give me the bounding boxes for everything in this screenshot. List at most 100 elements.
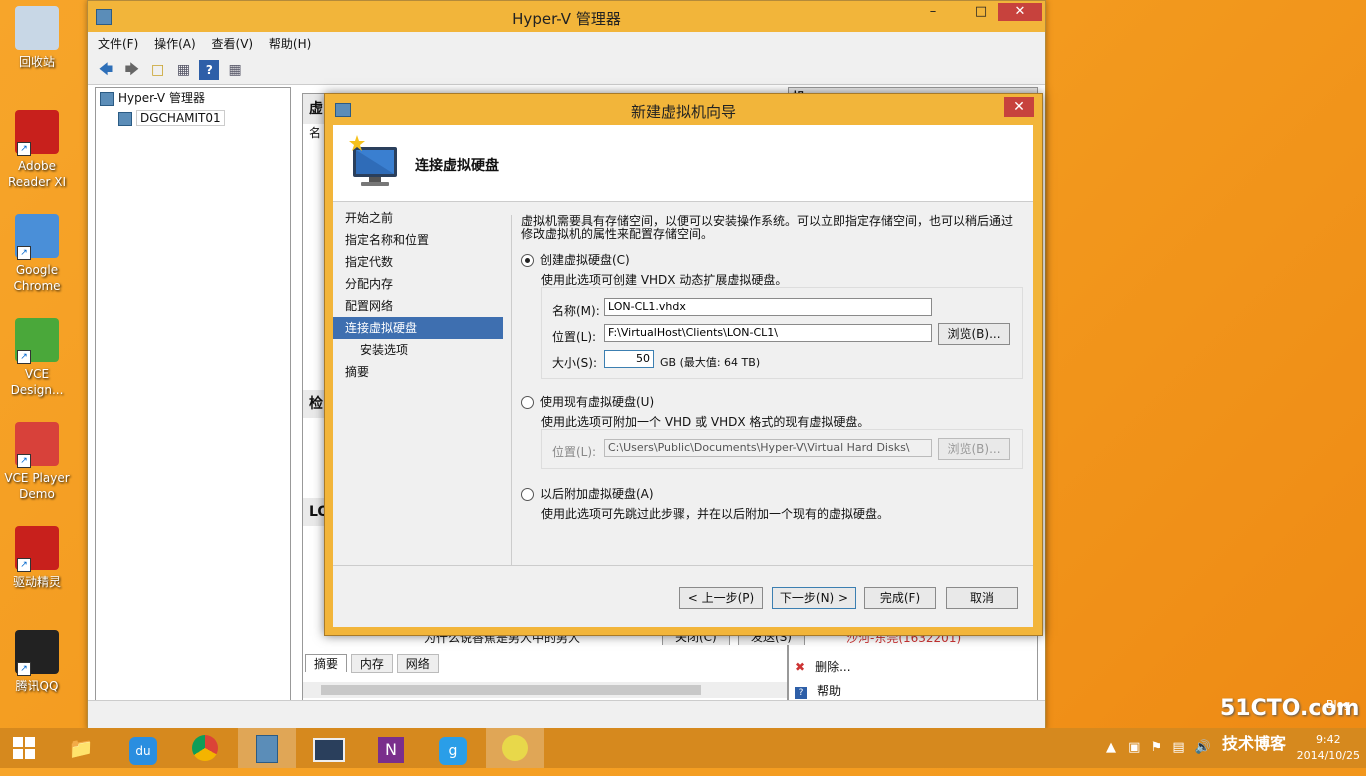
step-install-options[interactable]: 安装选项 [333, 339, 503, 361]
desktop-icon-adobe-reader[interactable]: ↗ Adobe Reader XI [4, 110, 70, 190]
vce-designer-icon: ↗ [15, 318, 59, 364]
vhd-size-input[interactable] [604, 350, 654, 368]
title-bar: Hyper-V 管理器 – □ ✕ [88, 1, 1045, 32]
server-icon [118, 111, 132, 126]
menu-bar: 文件(F) 操作(A) 查看(V) 帮助(H) [88, 32, 1045, 56]
network-icon[interactable]: ▤ [1172, 740, 1184, 755]
size-label: 大小(S): [552, 356, 598, 370]
wizard-close-button[interactable]: ✕ [1004, 97, 1034, 117]
finish-button[interactable]: 完成(F) [864, 587, 936, 609]
desktop-icon-label: 腾讯QQ [15, 679, 59, 693]
desktop-icon-label: Adobe Reader XI [7, 159, 67, 189]
radio-later-indicator[interactable] [521, 488, 534, 501]
wizard-content: 虚拟机需要具有存储空间，以便可以安装操作系统。可以立即指定存储空间，也可以稍后通… [521, 215, 1023, 521]
menu-action[interactable]: 操作(A) [154, 32, 196, 56]
show-hide-tree-icon[interactable]: ▦ [173, 60, 193, 80]
desktop-icon-qq[interactable]: ↗ 腾讯QQ [4, 630, 70, 694]
step-generation[interactable]: 指定代数 [333, 251, 503, 273]
step-connect-vhd[interactable]: 连接虚拟硬盘 [333, 317, 503, 339]
menu-file[interactable]: 文件(F) [98, 32, 138, 56]
cancel-button[interactable]: 取消 [946, 587, 1018, 609]
help-icon[interactable]: ? [199, 60, 220, 80]
app-cup-icon[interactable] [486, 728, 544, 768]
taskbar: 📁 du N g ▲ ▣ ⚑ ▤ 🔊 技术博客 9:42 2014/10/25 [0, 728, 1366, 768]
step-name-location[interactable]: 指定名称和位置 [333, 229, 503, 251]
close-button[interactable]: ✕ [998, 3, 1042, 21]
radio-create-indicator[interactable] [521, 254, 534, 267]
radio-create-vhd[interactable]: 创建虚拟硬盘(C) [521, 251, 630, 268]
file-explorer-icon[interactable]: 📁 [52, 728, 110, 768]
delete-icon: ✖ [795, 660, 806, 674]
flag-icon[interactable]: ⚑ [1151, 740, 1163, 755]
action-help[interactable]: ? 帮助 [795, 682, 841, 699]
start-button[interactable] [0, 728, 48, 768]
radio-use-existing-vhd[interactable]: 使用现有虚拟硬盘(U) [521, 393, 654, 410]
windows-logo-icon [13, 737, 35, 759]
tab-network[interactable]: 网络 [396, 654, 439, 673]
qq-icon: ↗ [15, 630, 59, 676]
new-vm-wizard-dialog: 新建虚拟机向导 ✕ 连接虚拟硬盘 开始之前 指定名称和位置 指定代数 分配内存 … [324, 93, 1043, 636]
previous-button[interactable]: < 上一步(P) [679, 587, 763, 609]
minimize-button[interactable]: – [918, 3, 948, 21]
create-vhd-group: 名称(M): 位置(L): 浏览(B)... 大小(S): GB (最大值: 6… [541, 287, 1023, 379]
step-networking[interactable]: 配置网络 [333, 295, 503, 317]
forward-arrow-icon[interactable]: 🡆 [122, 60, 142, 80]
hyperv-manager-icon [100, 91, 114, 106]
maximize-button[interactable]: □ [966, 3, 996, 21]
desktop-icon-recycle-bin[interactable]: 回收站 [4, 6, 70, 70]
tray-app-icon[interactable]: ▣ [1128, 740, 1140, 755]
action-delete[interactable]: ✖ 删除... [795, 658, 851, 675]
next-button[interactable]: 下一步(N) > [772, 587, 856, 609]
step-summary[interactable]: 摘要 [333, 361, 503, 383]
onenote-icon[interactable]: N [362, 728, 420, 768]
desktop-icon-driver-genius[interactable]: ↗ 驱动精灵 [4, 526, 70, 590]
clock-date: 2014/10/25 [1296, 749, 1360, 762]
attach-later-desc: 使用此选项可先跳过此步骤，并在以后附加一个现有的虚拟硬盘。 [541, 507, 890, 521]
menu-help[interactable]: 帮助(H) [269, 32, 311, 56]
desktop-icon-label: 驱动精灵 [12, 575, 61, 589]
wizard-title-bar: 新建虚拟机向导 ✕ [325, 94, 1042, 124]
radio-existing-indicator[interactable] [521, 396, 534, 409]
footer-divider [333, 565, 1033, 566]
desktop-icon-label: VCE Player Demo [4, 471, 70, 501]
step-before-you-begin[interactable]: 开始之前 [333, 207, 503, 229]
radio-attach-later[interactable]: 以后附加虚拟硬盘(A) [521, 485, 654, 502]
desktop-icon-vce-designer[interactable]: ↗ VCE Design... [4, 318, 70, 398]
folder-up-icon[interactable]: □ [148, 60, 168, 80]
desktop-icon-chrome[interactable]: ↗ Google Chrome [4, 214, 70, 294]
menu-view[interactable]: 查看(V) [212, 32, 254, 56]
step-memory[interactable]: 分配内存 [333, 273, 503, 295]
show-hidden-icons-icon[interactable]: ▲ [1106, 740, 1116, 755]
baidu-browser-icon[interactable]: du [114, 728, 172, 768]
app-g-icon[interactable]: g [424, 728, 482, 768]
back-arrow-icon[interactable]: 🡄 [96, 60, 116, 80]
remote-desktop-icon[interactable] [300, 728, 358, 768]
shortcut-arrow-icon: ↗ [17, 350, 31, 364]
wizard-title: 新建虚拟机向导 [630, 103, 736, 121]
horizontal-scrollbar[interactable] [303, 682, 787, 698]
desktop-icon-vce-player[interactable]: ↗ VCE Player Demo [4, 422, 70, 502]
shortcut-arrow-icon: ↗ [17, 662, 31, 676]
existing-vhd-desc: 使用此选项可附加一个 VHD 或 VHDX 格式的现有虚拟硬盘。 [541, 415, 870, 429]
browse-button[interactable]: 浏览(B)... [938, 323, 1010, 345]
size-unit: GB (最大值: 64 TB) [660, 356, 761, 369]
navigation-tree: Hyper-V 管理器 DGCHAMIT01 [95, 87, 291, 701]
wizard-steps: 开始之前 指定名称和位置 指定代数 分配内存 配置网络 连接虚拟硬盘 安装选项 … [333, 207, 503, 383]
system-clock[interactable]: 9:42 2014/10/25 [1297, 732, 1360, 764]
vhd-name-input[interactable] [604, 298, 932, 316]
steps-divider [511, 215, 512, 565]
name-label: 名称(M): [552, 304, 600, 318]
driver-genius-icon: ↗ [15, 526, 59, 572]
tree-item-root[interactable]: Hyper-V 管理器 [96, 88, 290, 108]
hyperv-taskbar-icon[interactable] [238, 728, 296, 768]
tab-memory[interactable]: 内存 [350, 654, 393, 673]
vhd-location-input[interactable] [604, 324, 932, 342]
action-pane-icon[interactable]: ▦ [225, 60, 245, 80]
wizard-header: 连接虚拟硬盘 [333, 125, 1033, 202]
watermark-sub: 技术博客 [1222, 734, 1287, 753]
tree-item-server[interactable]: DGCHAMIT01 [96, 108, 290, 128]
desktop-icon-label: 回收站 [18, 55, 55, 69]
volume-icon[interactable]: 🔊 [1195, 740, 1211, 755]
tab-summary[interactable]: 摘要 [305, 654, 348, 672]
chrome-taskbar-icon[interactable] [176, 728, 234, 768]
